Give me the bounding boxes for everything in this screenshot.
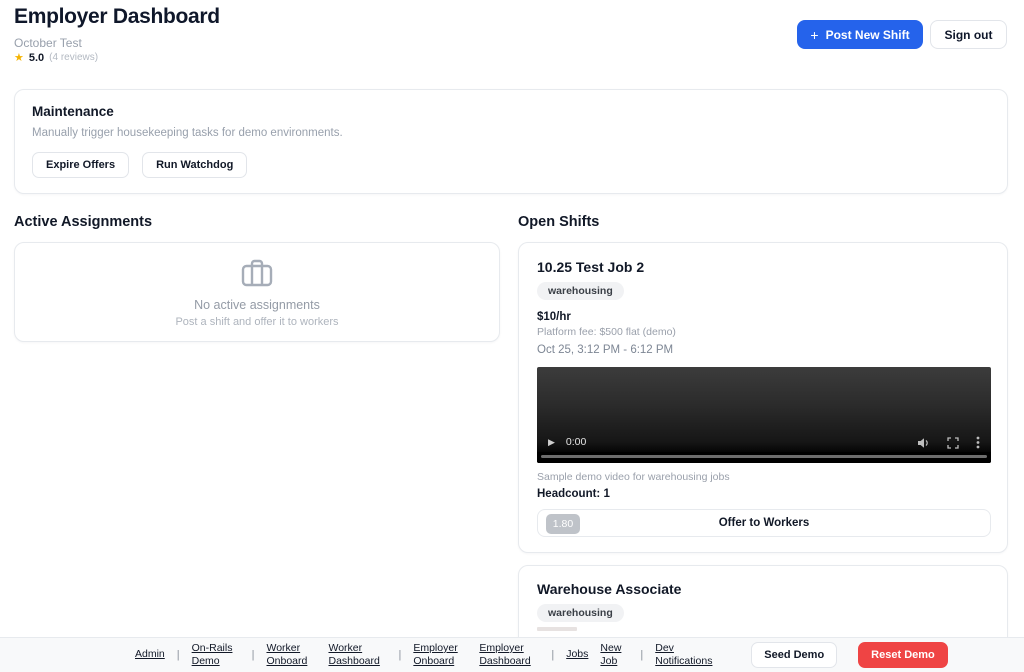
reviews-count: (4 reviews) (49, 52, 98, 63)
post-new-shift-button[interactable]: + Post New Shift (797, 20, 923, 49)
employer-dashboard-page: Employer Dashboard October Test ★ 5.0 (4… (0, 0, 1024, 672)
footer-separator: | (398, 649, 401, 661)
footer-separator: | (177, 649, 180, 661)
pay-rate: $10/hr (537, 311, 571, 323)
footer-link-admin[interactable]: Admin (135, 648, 165, 661)
play-icon[interactable]: ▶ (548, 437, 555, 448)
footer-separator: | (252, 649, 255, 661)
sign-out-button[interactable]: Sign out (930, 20, 1007, 49)
footer-link-employer-dashboard[interactable]: Employer Dashboard (479, 642, 539, 668)
briefcase-icon (240, 257, 274, 294)
footer-separator: | (640, 649, 643, 661)
job-tag-badge: warehousing (537, 604, 624, 622)
star-icon: ★ (14, 51, 24, 64)
footer-link-worker-onboard[interactable]: Worker Onboard (266, 642, 316, 668)
video-time: 0:00 (566, 436, 586, 448)
job-title: Warehouse Associate (537, 581, 681, 597)
job-title: 10.25 Test Job 2 (537, 259, 644, 275)
post-new-shift-label: Post New Shift (826, 28, 910, 42)
footer-link-dev-notifications[interactable]: Dev Notifications (655, 642, 723, 668)
page-title: Employer Dashboard (14, 5, 220, 29)
empty-state-title: No active assignments (194, 298, 320, 312)
empty-state-subtitle: Post a shift and offer it to workers (175, 316, 338, 328)
open-shift-card: 10.25 Test Job 2 warehousing $10/hr Plat… (518, 242, 1008, 553)
footer-link-worker-dashboard[interactable]: Worker Dashboard (328, 642, 386, 668)
shift-schedule: Oct 25, 3:12 PM - 6:12 PM (537, 344, 673, 356)
clipped-text-line (537, 627, 577, 631)
footer-link-employer-onboard[interactable]: Employer Onboard (413, 642, 467, 668)
more-options-icon[interactable] (976, 436, 980, 449)
video-progress-bar[interactable] (541, 455, 987, 458)
run-watchdog-button[interactable]: Run Watchdog (142, 152, 247, 178)
headcount-label: Headcount: 1 (537, 488, 610, 500)
video-controls-right (917, 436, 980, 449)
video-caption: Sample demo video for warehousing jobs (537, 471, 730, 483)
maintenance-description: Manually trigger housekeeping tasks for … (32, 127, 343, 139)
dev-footer-bar: Admin | On-Rails Demo | Worker Onboard W… (0, 637, 1024, 672)
expire-offers-button[interactable]: Expire Offers (32, 152, 129, 178)
job-video-player[interactable]: ▶ 0:00 (537, 367, 991, 463)
video-controls-left: ▶ 0:00 (548, 436, 586, 448)
reset-demo-button[interactable]: Reset Demo (858, 642, 948, 668)
footer-link-new-job[interactable]: New Job (600, 642, 628, 668)
footer-link-on-rails-demo[interactable]: On-Rails Demo (192, 642, 240, 668)
open-shifts-heading: Open Shifts (518, 214, 599, 230)
rating-value: 5.0 (29, 52, 44, 64)
active-assignments-heading: Active Assignments (14, 214, 152, 230)
footer-separator: | (551, 649, 554, 661)
maintenance-title: Maintenance (32, 104, 114, 119)
offer-to-workers-button[interactable]: 1.80 Offer to Workers (537, 509, 991, 537)
seed-demo-button[interactable]: Seed Demo (751, 642, 837, 668)
volume-icon[interactable] (917, 437, 930, 449)
company-name: October Test (14, 36, 82, 50)
multiplier-input[interactable]: 1.80 (546, 514, 580, 534)
platform-fee-note: Platform fee: $500 flat (demo) (537, 326, 676, 338)
fullscreen-icon[interactable] (947, 437, 959, 449)
footer-link-jobs[interactable]: Jobs (566, 648, 588, 661)
maintenance-actions: Expire Offers Run Watchdog (32, 152, 247, 178)
job-tag-badge: warehousing (537, 282, 624, 300)
plus-icon: + (810, 28, 818, 42)
rating-row: ★ 5.0 (4 reviews) (14, 51, 98, 64)
offer-to-workers-label: Offer to Workers (719, 517, 810, 529)
maintenance-card: Maintenance Manually trigger housekeepin… (14, 89, 1008, 194)
active-assignments-empty-card: No active assignments Post a shift and o… (14, 242, 500, 342)
